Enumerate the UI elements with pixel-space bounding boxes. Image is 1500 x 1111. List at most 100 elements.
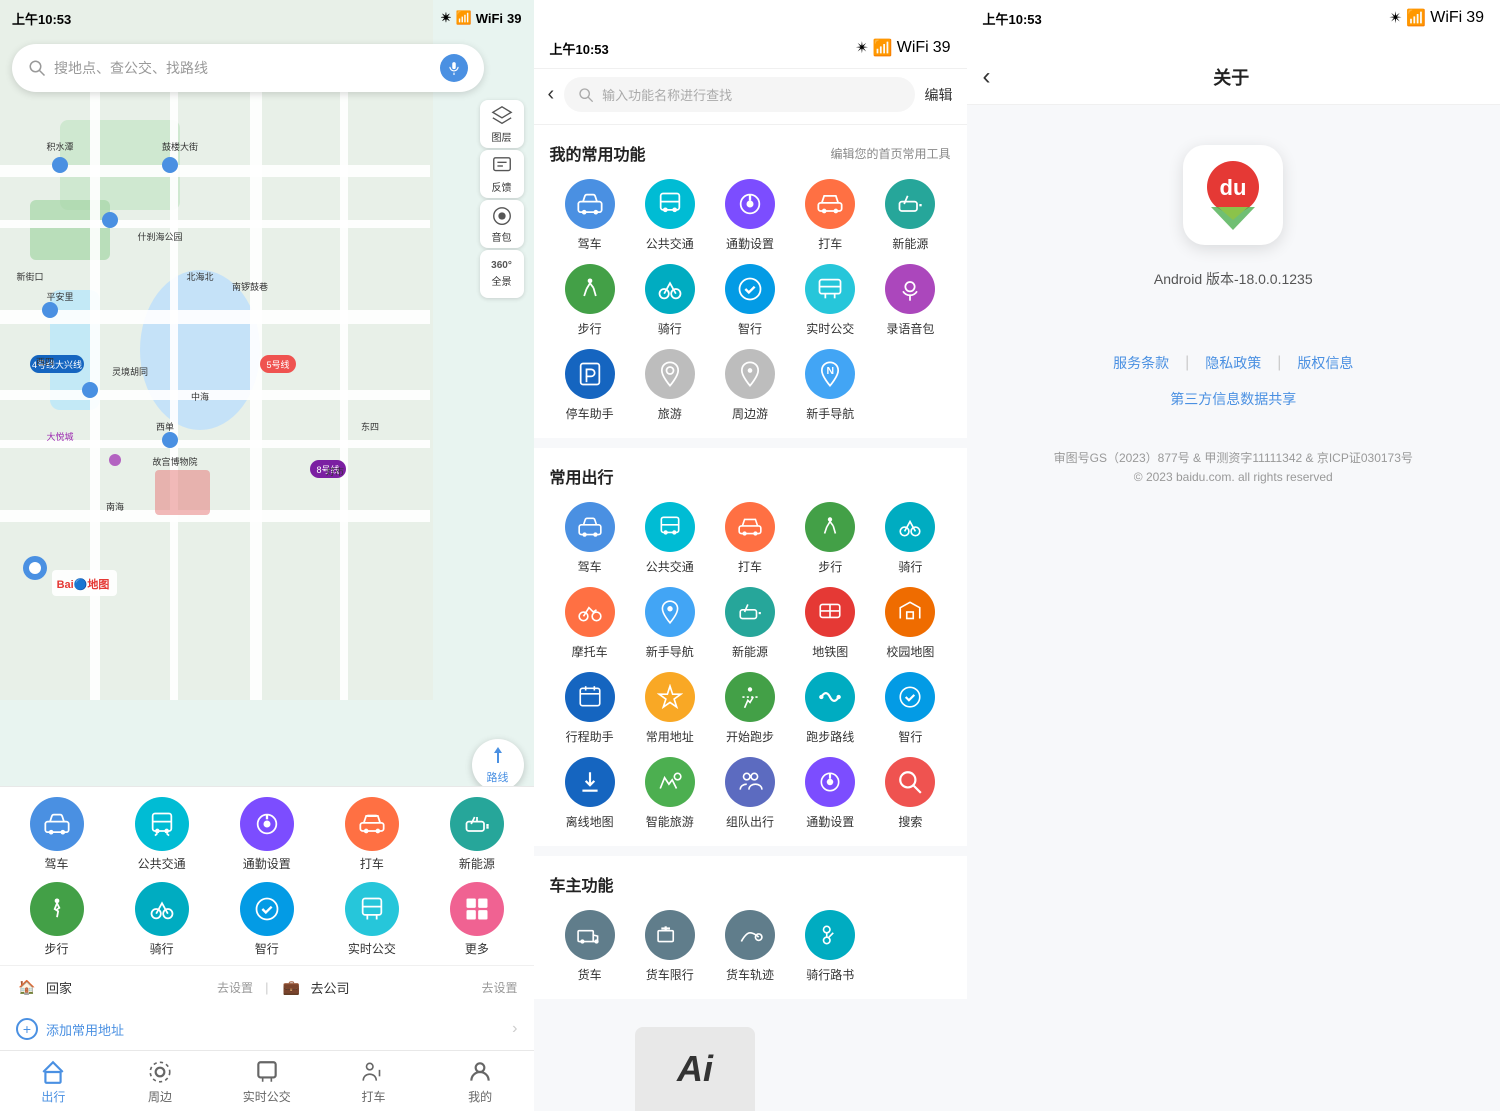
func-transit-label: 公共交通 [646,235,694,252]
ct-search[interactable]: 搜索 [870,757,950,830]
layers-tool[interactable]: 图层 [480,100,524,148]
ct-address[interactable]: 常用地址 [630,672,710,745]
map-panel: 上午10:53 ✴ 📶 WiFi 39 [0,0,534,1111]
ct-roadbook[interactable]: 骑行路书 [790,910,870,983]
my-functions-action[interactable]: 编辑您的首页常用工具 [830,145,950,162]
func-drive[interactable]: 驾车 [550,179,630,252]
ct-walk[interactable]: 步行 [790,502,870,575]
ct-metro[interactable]: 地铁图 [790,587,870,660]
ct-transit[interactable]: 公共交通 [630,502,710,575]
home-action[interactable]: 去设置 [217,979,253,996]
add-location-btn[interactable]: + 添加常用地址 › [0,1012,534,1050]
bike-icon-bg [135,882,189,936]
func-smart[interactable]: 智行 [710,264,790,337]
panorama-tool[interactable]: 360° 全景 [480,250,524,298]
ct-moto[interactable]: 摩托车 [550,587,630,660]
func-taxi[interactable]: 打车 [790,179,870,252]
svg-text:什刹海公园: 什刹海公园 [137,231,182,242]
middle-search-bar[interactable]: 输入功能名称进行查找 [564,77,914,112]
func-parking[interactable]: 停车助手 [550,349,630,422]
status-time-right: 上午10:53 [983,9,1042,28]
svg-text:鼓楼大街: 鼓楼大街 [162,141,198,152]
back-btn-right[interactable]: ‹ [983,65,991,89]
nav-item-realtime[interactable]: 实时公交 [213,1051,320,1111]
ct-trip[interactable]: 行程助手 [550,672,630,745]
feedback-tool[interactable]: 反馈 [480,150,524,198]
quick-icon-transit[interactable]: 公共交通 [113,797,210,872]
copyright-link[interactable]: 版权信息 [1281,349,1369,377]
ct-taxi[interactable]: 打车 [710,502,790,575]
nav-item-mine[interactable]: 我的 [427,1051,534,1111]
map-search-bar[interactable]: 搜地点、查公交、找路线 [12,44,484,92]
nav-item-travel[interactable]: 出行 [0,1051,107,1111]
func-bike[interactable]: 骑行 [630,264,710,337]
smart-icon-bg [240,882,294,936]
func-travel-label: 旅游 [658,405,682,422]
quick-icon-ev[interactable]: 新能源 [428,797,525,872]
audio-tool[interactable]: 音包 [480,200,524,248]
ct-bike[interactable]: 骑行 [870,502,950,575]
status-time-left: 上午10:53 [12,9,71,28]
taxi-icon-bg [345,797,399,851]
panorama-prefix: 360° [491,260,512,271]
svg-text:中海: 中海 [191,391,209,402]
route-button[interactable]: 路线 [472,739,524,791]
func-novice[interactable]: N 新手导航 [790,349,870,422]
nearby-nav-icon [147,1059,173,1085]
quick-icon-drive[interactable]: 驾车 [8,797,105,872]
work-action[interactable]: 去设置 [482,979,518,996]
status-bar-left: 上午10:53 ✴ 📶 WiFi 39 [0,0,534,36]
func-voicepack[interactable]: 录语音包 [870,264,950,337]
terms-link[interactable]: 服务条款 [1097,349,1185,377]
back-btn-middle[interactable]: ‹ [548,83,555,106]
smart-label: 智行 [255,940,279,957]
ct-ev[interactable]: 新能源 [710,587,790,660]
ct-smarttravel[interactable]: 智能旅游 [630,757,710,830]
ct-offline[interactable]: 离线地图 [550,757,630,830]
func-transit[interactable]: 公共交通 [630,179,710,252]
func-travel[interactable]: 旅游 [630,349,710,422]
my-functions-section: 我的常用功能 编辑您的首页常用工具 驾车 公共交通 通勤设置 打车 [534,125,967,438]
ct-trucktrack[interactable]: 货车轨迹 [710,910,790,983]
quick-icon-bike[interactable]: 骑行 [113,882,210,957]
ct-running[interactable]: 开始跑步 [710,672,790,745]
voice-icon[interactable] [440,54,468,82]
ct-truck[interactable]: 货车 [550,910,630,983]
third-party-link[interactable]: 第三方信息数据共享 [1170,389,1296,409]
func-nearby-travel[interactable]: 周边游 [710,349,790,422]
home-location: 🏠 回家 去设置 | 💼 去公司 去设置 [16,970,518,1004]
location-shortcuts: 🏠 回家 去设置 | 💼 去公司 去设置 [0,965,534,1012]
ev-label: 新能源 [459,855,495,872]
func-ev[interactable]: 新能源 [870,179,950,252]
svg-text:西四: 西四 [36,357,54,367]
nav-item-hail[interactable]: 打车 [320,1051,427,1111]
func-realbus[interactable]: 实时公交 [790,264,870,337]
svg-text:西单: 西单 [156,421,174,432]
ct-runroute[interactable]: 跑步路线 [790,672,870,745]
quick-icon-commute[interactable]: 通勤设置 [218,797,315,872]
quick-icon-walk[interactable]: 步行 [8,882,105,957]
my-functions-title: 我的常用功能 [550,141,646,165]
quick-icon-more[interactable]: 更多 [428,882,525,957]
signal-icon: 📶 [456,10,472,26]
middle-panel: 上午10:53 ✴ 📶 WiFi 39 ‹ 输入功能名称进行查找 编辑 我的常用… [534,0,967,1111]
privacy-link[interactable]: 隐私政策 [1189,349,1277,377]
ct-drive[interactable]: 驾车 [550,502,630,575]
func-voicepack-label: 录语音包 [886,320,934,337]
func-walk[interactable]: 步行 [550,264,630,337]
ct-campus[interactable]: 校园地图 [870,587,950,660]
quick-icon-taxi[interactable]: 打车 [323,797,420,872]
ct-group[interactable]: 组队出行 [710,757,790,830]
func-commute[interactable]: 通勤设置 [710,179,790,252]
ct-truckres[interactable]: 货车限行 [630,910,710,983]
nav-item-nearby[interactable]: 周边 [107,1051,214,1111]
layers-icon [491,105,513,127]
edit-btn[interactable]: 编辑 [925,85,953,105]
commute-label: 通勤设置 [243,855,291,872]
ct-commuteset[interactable]: 通勤设置 [790,757,870,830]
quick-icon-smart[interactable]: 智行 [218,882,315,957]
bt-icon-r: ✴ [1389,8,1402,28]
quick-icon-realbus[interactable]: 实时公交 [323,882,420,957]
ct-novice[interactable]: 新手导航 [630,587,710,660]
ct-smartnav[interactable]: 智行 [870,672,950,745]
